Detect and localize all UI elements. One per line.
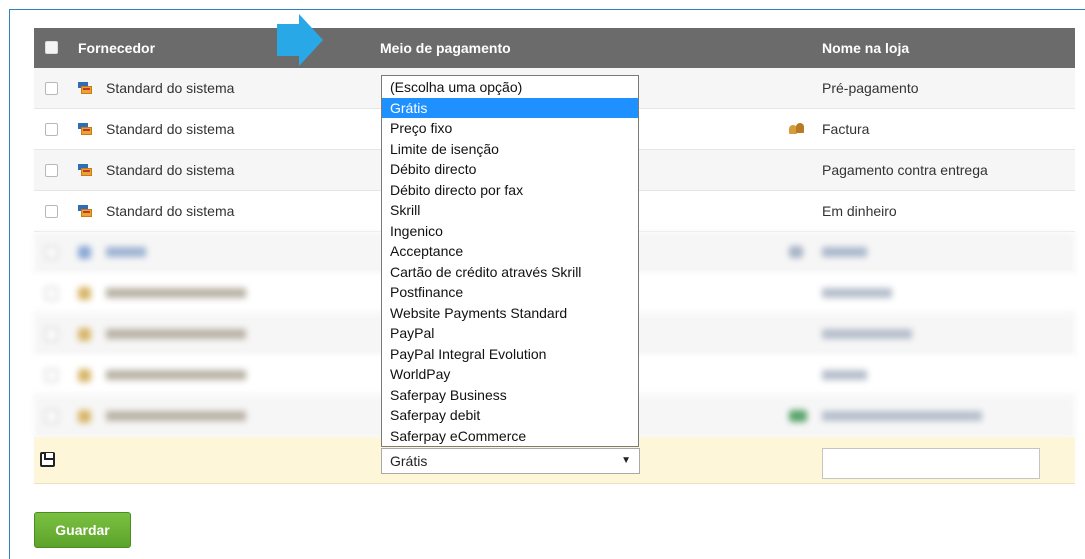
store-name-input[interactable]: [822, 448, 1040, 479]
store-name: Factura: [822, 121, 870, 137]
provider-name: Standard do sistema: [106, 162, 235, 178]
dropdown-option[interactable]: Skrill: [382, 200, 638, 221]
blurred-text: [106, 288, 246, 298]
header-provider[interactable]: Fornecedor: [78, 28, 155, 68]
system-module-icon: [78, 204, 92, 218]
provider-name: Standard do sistema: [106, 80, 235, 96]
dropdown-option[interactable]: Débito directo por fax: [382, 180, 638, 201]
dropdown-option[interactable]: PayPal: [382, 323, 638, 344]
payment-method-dropdown: (Escolha uma opção) Grátis Preço fixo Li…: [381, 75, 639, 447]
blurred-text: [106, 411, 246, 421]
dropdown-option-selected[interactable]: Grátis: [382, 97, 638, 118]
blurred-icon: [78, 328, 91, 341]
dropdown-option[interactable]: Postfinance: [382, 282, 638, 303]
blurred-icon: [789, 410, 807, 422]
store-name: Em dinheiro: [822, 203, 897, 219]
row-checkbox[interactable]: [45, 205, 58, 218]
row-checkbox: [45, 410, 58, 423]
blurred-icon: [789, 246, 803, 258]
dropdown-option[interactable]: (Escolha uma opção): [382, 77, 638, 98]
blurred-text: [106, 370, 246, 380]
blurred-text: [106, 247, 146, 257]
system-module-icon: [78, 81, 92, 95]
row-checkbox[interactable]: [45, 164, 58, 177]
store-name: Pagamento contra entrega: [822, 162, 988, 178]
provider-name: Standard do sistema: [106, 121, 235, 137]
dropdown-option[interactable]: Acceptance: [382, 241, 638, 262]
table-header: Fornecedor Meio de pagamento Nome na loj…: [34, 28, 1075, 68]
provider-name: Standard do sistema: [106, 203, 235, 219]
people-icon: [789, 122, 805, 136]
row-checkbox: [45, 369, 58, 382]
blurred-text: [106, 329, 246, 339]
dropdown-option[interactable]: Cartão de crédito através Skrill: [382, 262, 638, 283]
blurred-text: [822, 370, 867, 380]
system-module-icon: [78, 163, 92, 177]
dropdown-option[interactable]: Saferpay debit: [382, 405, 638, 426]
blurred-text: [822, 288, 892, 298]
dropdown-option[interactable]: Preço fixo: [382, 118, 638, 139]
system-module-icon: [78, 122, 92, 136]
dropdown-option[interactable]: Ingenico: [382, 221, 638, 242]
dropdown-option[interactable]: PayPal Integral Evolution: [382, 344, 638, 365]
blurred-icon: [78, 369, 91, 382]
row-checkbox[interactable]: [45, 82, 58, 95]
header-payment[interactable]: Meio de pagamento: [380, 28, 511, 68]
blurred-text: [822, 329, 912, 339]
row-checkbox: [45, 328, 58, 341]
dropdown-option[interactable]: WorldPay: [382, 364, 638, 385]
select-all-checkbox[interactable]: [45, 41, 58, 54]
dropdown-option[interactable]: Limite de isenção: [382, 139, 638, 160]
header-store-name[interactable]: Nome na loja: [822, 28, 909, 68]
save-button[interactable]: Guardar: [34, 512, 131, 548]
blurred-icon: [78, 287, 91, 300]
blurred-icon: [78, 246, 91, 259]
dropdown-option[interactable]: Saferpay Business: [382, 385, 638, 406]
blurred-text: [822, 411, 982, 421]
dropdown-option[interactable]: Saferpay eCommerce: [382, 426, 638, 447]
dropdown-option[interactable]: Débito directo: [382, 159, 638, 180]
blurred-text: [822, 247, 867, 257]
dropdown-option[interactable]: Website Payments Standard: [382, 303, 638, 324]
blurred-icon: [78, 410, 91, 423]
payment-method-select[interactable]: Grátis ▼: [381, 448, 640, 474]
select-value: Grátis: [390, 453, 428, 469]
row-checkbox: [45, 287, 58, 300]
chevron-down-icon: ▼: [621, 455, 631, 466]
row-checkbox: [45, 246, 58, 259]
save-icon[interactable]: [40, 452, 55, 467]
store-name: Pré-pagamento: [822, 80, 919, 96]
row-checkbox[interactable]: [45, 123, 58, 136]
pointer-arrow-icon: [277, 14, 323, 66]
